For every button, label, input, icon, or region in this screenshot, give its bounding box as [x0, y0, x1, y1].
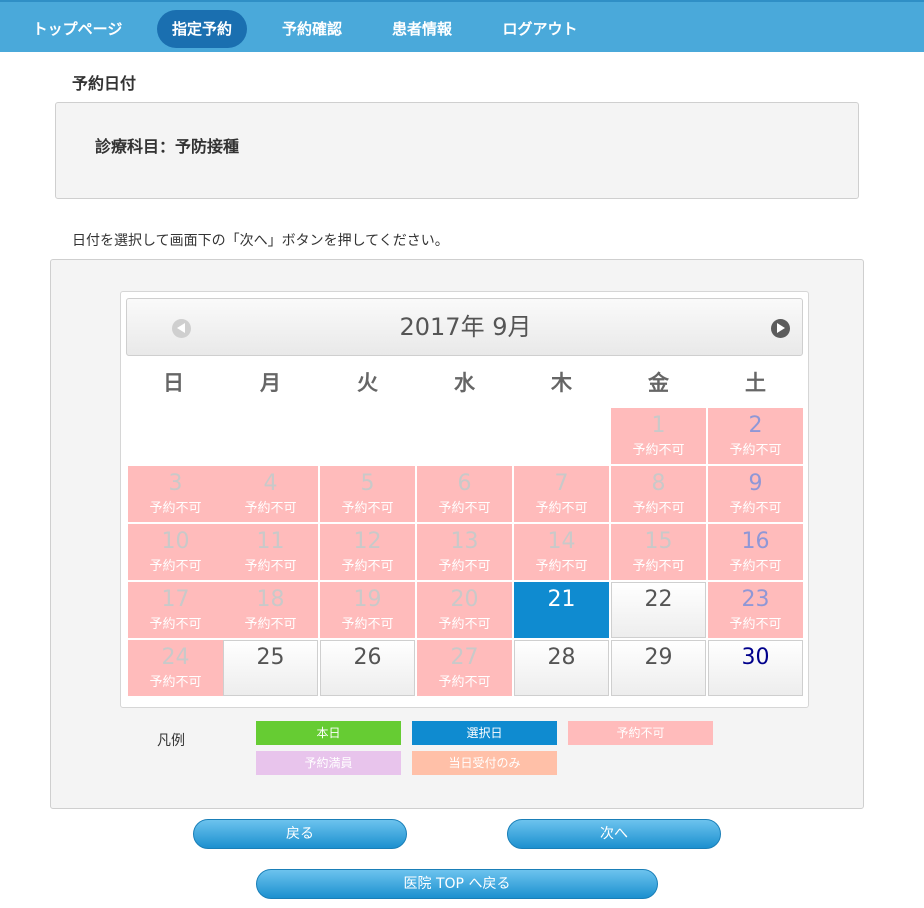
calendar-day: 17 予約不可 — [128, 582, 223, 638]
calendar-day: 20 予約不可 — [417, 582, 512, 638]
legend-title: 凡例 — [157, 733, 185, 749]
calendar-day[interactable]: 30 — [708, 640, 803, 696]
calendar: 2017年 9月 日 月 火 水 木 金 土 1 予約不可 2 予約不可 3 予約不可… — [120, 291, 809, 708]
legend-full: 予約満員 — [256, 751, 401, 775]
legend-same-day-only: 当日受付のみ — [412, 751, 557, 775]
nav-item-top-page[interactable]: トップページ — [20, 10, 135, 48]
page-title: 予約日付 — [72, 74, 137, 93]
prev-month-icon[interactable] — [172, 319, 191, 338]
calendar-day: 3 予約不可 — [128, 466, 223, 522]
weekday-thu: 木 — [551, 371, 572, 395]
department-box: 診療科目：予防接種 — [55, 102, 859, 199]
calendar-day: 23 予約不可 — [708, 582, 803, 638]
calendar-day: 5 予約不可 — [320, 466, 415, 522]
next-month-icon[interactable] — [771, 319, 790, 338]
calendar-day: 1 予約不可 — [611, 408, 706, 464]
calendar-panel: 2017年 9月 日 月 火 水 木 金 土 1 予約不可 2 予約不可 3 予約不可… — [50, 259, 864, 809]
legend-unavailable: 予約不可 — [568, 721, 713, 745]
calendar-month-title: 2017年 9月 — [399, 313, 532, 341]
calendar-day[interactable]: 22 — [611, 582, 706, 638]
calendar-day: 8 予約不可 — [611, 466, 706, 522]
weekday-mon: 月 — [260, 371, 281, 395]
calendar-day: 9 予約不可 — [708, 466, 803, 522]
calendar-day[interactable]: 28 — [514, 640, 609, 696]
legend-today: 本日 — [256, 721, 401, 745]
calendar-day: 27 予約不可 — [417, 640, 512, 696]
weekday-sun: 日 — [163, 371, 184, 395]
calendar-day: 12 予約不可 — [320, 524, 415, 580]
calendar-day: 4 予約不可 — [223, 466, 318, 522]
calendar-day: 19 予約不可 — [320, 582, 415, 638]
instruction-text: 日付を選択して画面下の「次へ」ボタンを押してください。 — [72, 233, 449, 249]
back-button[interactable]: 戻る — [193, 819, 407, 849]
calendar-header: 2017年 9月 — [126, 298, 803, 356]
calendar-day[interactable]: 29 — [611, 640, 706, 696]
nav-bar: トップページ 指定予約 予約確認 患者情報 ログアウト — [0, 0, 924, 52]
calendar-day: 6 予約不可 — [417, 466, 512, 522]
calendar-day[interactable]: 26 — [320, 640, 415, 696]
weekday-tue: 火 — [357, 371, 378, 395]
calendar-day: 7 予約不可 — [514, 466, 609, 522]
calendar-day: 24 予約不可 — [128, 640, 223, 696]
calendar-day: 14 予約不可 — [514, 524, 609, 580]
nav-item-logout[interactable]: ログアウト — [490, 10, 590, 48]
weekday-fri: 金 — [648, 371, 669, 395]
calendar-day: 16 予約不可 — [708, 524, 803, 580]
weekday-sat: 土 — [745, 371, 766, 395]
calendar-day-selected[interactable]: 21 — [514, 582, 609, 638]
department-label: 診療科目：予防接種 — [95, 137, 240, 156]
calendar-day: 13 予約不可 — [417, 524, 512, 580]
calendar-day: 2 予約不可 — [708, 408, 803, 464]
weekday-wed: 水 — [454, 371, 475, 395]
calendar-day: 10 予約不可 — [128, 524, 223, 580]
legend-selected: 選択日 — [412, 721, 557, 745]
calendar-day: 15 予約不可 — [611, 524, 706, 580]
calendar-day: 18 予約不可 — [223, 582, 318, 638]
nav-item-designated-reservation[interactable]: 指定予約 — [157, 10, 247, 48]
calendar-day: 11 予約不可 — [223, 524, 318, 580]
next-button[interactable]: 次へ — [507, 819, 721, 849]
nav-item-reservation-confirm[interactable]: 予約確認 — [267, 10, 357, 48]
calendar-day[interactable]: 25 — [223, 640, 318, 696]
nav-item-patient-info[interactable]: 患者情報 — [377, 10, 467, 48]
clinic-top-button[interactable]: 医院 TOP へ戻る — [256, 869, 658, 899]
